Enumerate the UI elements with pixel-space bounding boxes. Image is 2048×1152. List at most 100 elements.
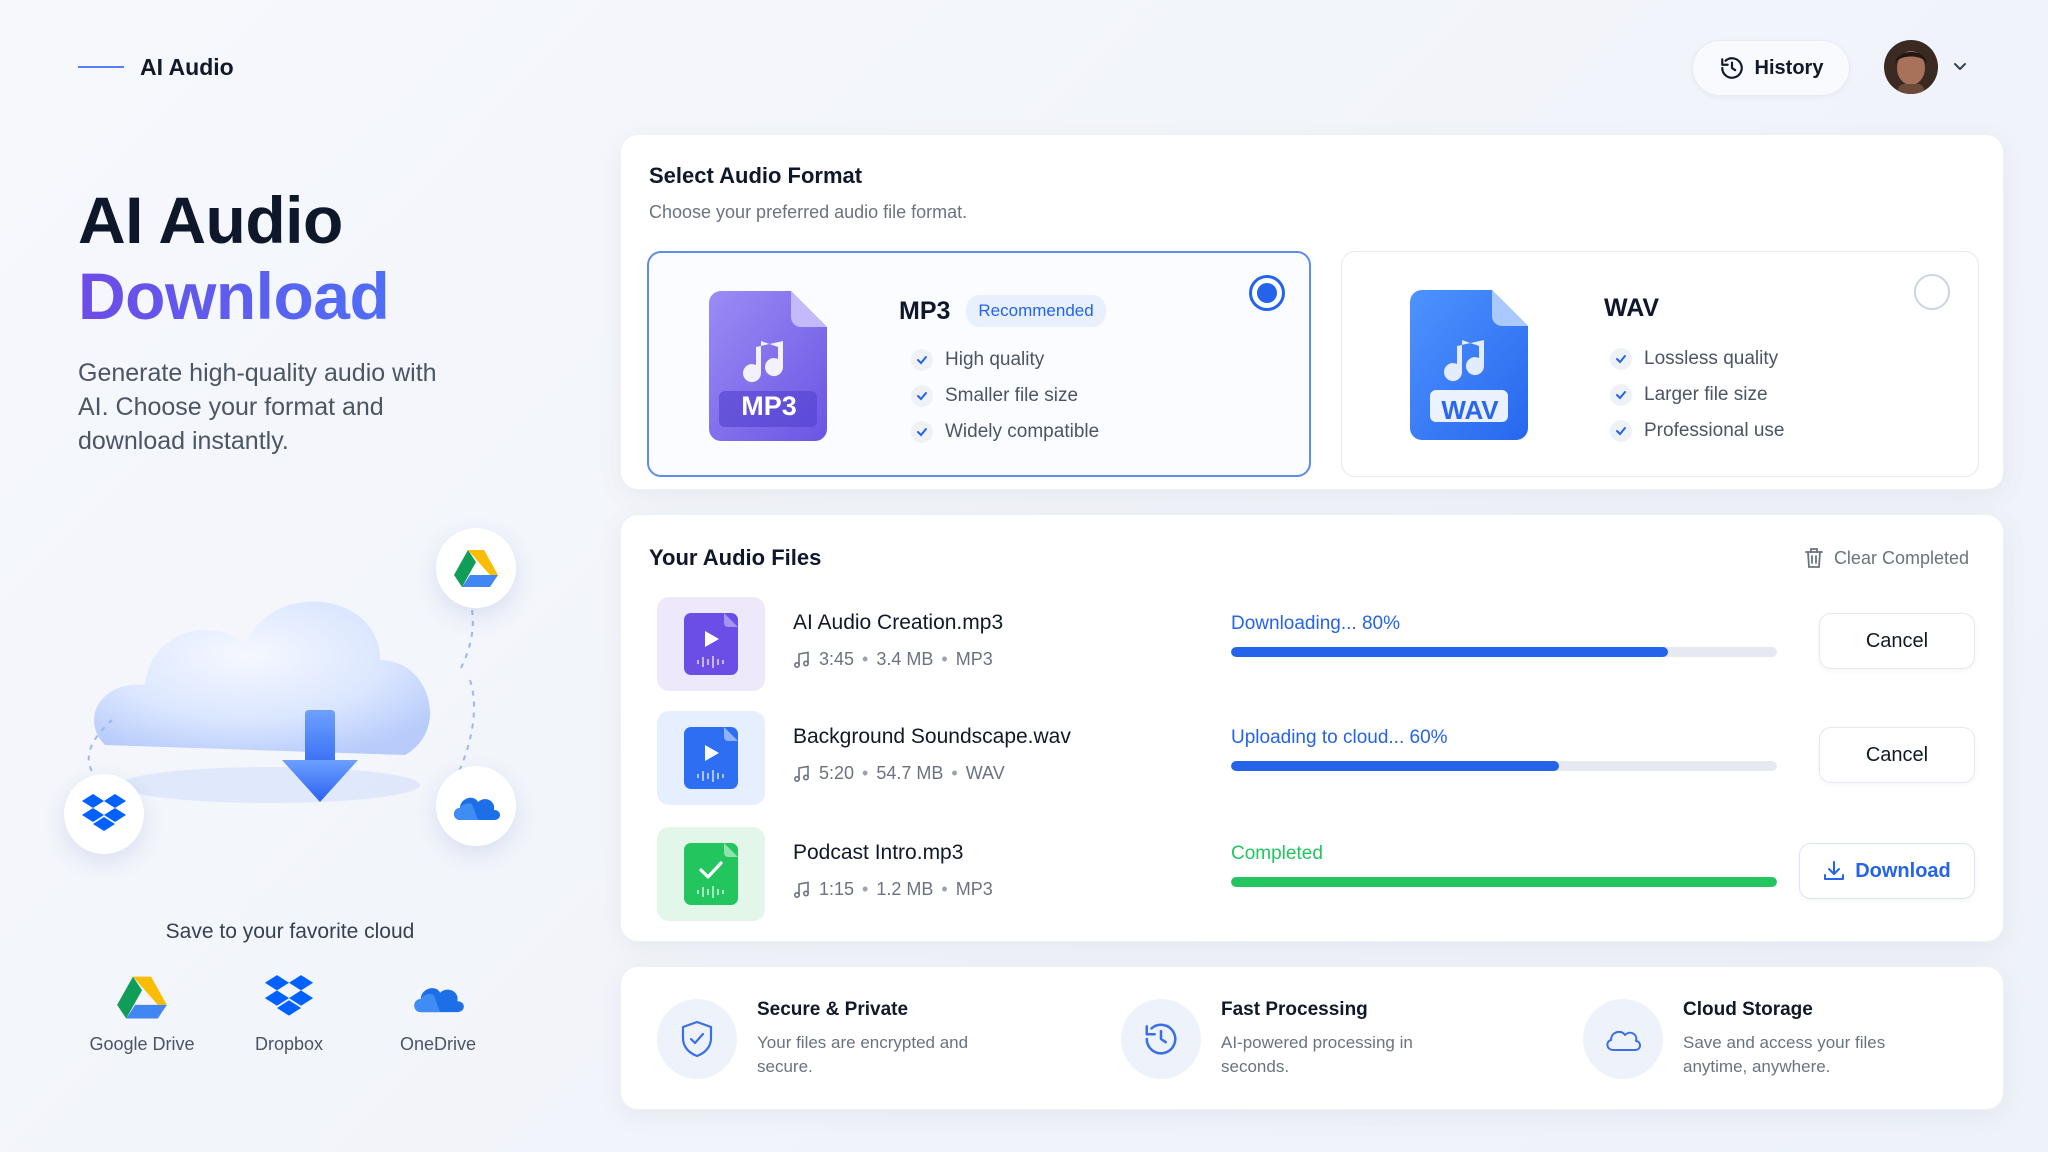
progress-fill <box>1231 761 1559 771</box>
format-option-mp3[interactable]: MP3 MP3 Recommended High quality Smaller… <box>647 251 1311 477</box>
file-meta: 3:45 • 3.4 MB • MP3 <box>793 649 993 670</box>
format-name: WAV <box>1604 294 1660 322</box>
cloud-option-label: Google Drive <box>89 1034 195 1054</box>
feature-desc: Your files are encrypted and secure. <box>757 1033 969 1076</box>
onedrive-badge[interactable] <box>436 766 516 846</box>
hero-title-line2: Download <box>78 259 390 333</box>
avatar-image <box>1884 40 1938 94</box>
feature-icon-bg <box>657 999 737 1079</box>
play-file-icon <box>684 727 738 789</box>
music-note-icon <box>793 765 810 782</box>
file-meta: 5:20 • 54.7 MB • WAV <box>793 763 1005 784</box>
shield-check-icon <box>681 1020 713 1058</box>
google-drive-badge[interactable] <box>436 528 516 608</box>
cloud-option-label: OneDrive <box>399 1034 477 1054</box>
app-name: AI Audio <box>140 53 234 80</box>
user-avatar[interactable] <box>1884 40 1938 94</box>
check-icon <box>1610 348 1632 370</box>
format-panel-title: Select Audio Format <box>649 163 863 188</box>
history-label: History <box>1754 56 1824 79</box>
google-drive-icon <box>117 976 167 1019</box>
audio-file-thumb <box>657 597 765 691</box>
files-panel-title: Your Audio Files <box>649 545 822 570</box>
check-file-icon <box>684 843 738 905</box>
recommended-badge: Recommended <box>966 295 1106 327</box>
progress-bar <box>1231 877 1777 887</box>
cloud-option-label: Dropbox <box>254 1034 324 1054</box>
feature-title: Fast Processing <box>1221 999 1368 1020</box>
app-logo[interactable]: AI Audio <box>78 44 234 90</box>
format-feature: Lossless quality <box>1610 348 1784 370</box>
feature-title: Cloud Storage <box>1683 999 1813 1020</box>
file-name: AI Audio Creation.mp3 <box>793 611 1004 634</box>
feature-icon-bg <box>1121 999 1201 1079</box>
status-text: Completed <box>1231 843 1323 864</box>
mp3-radio[interactable] <box>1249 275 1285 311</box>
table-row: AI Audio Creation.mp3 3:45 • 3.4 MB • MP3 … <box>657 597 1977 693</box>
format-feature: Professional use <box>1610 420 1784 442</box>
file-name: Background Soundscape.wav <box>793 725 1071 748</box>
format-feature: Widely compatible <box>911 421 1099 443</box>
table-row: Background Soundscape.wav 5:20 • 54.7 MB •… <box>657 711 1977 807</box>
music-note-icon <box>793 881 810 898</box>
mp3-file-label: MP3 <box>741 391 797 421</box>
dropbox-icon <box>82 794 126 831</box>
clear-completed-button[interactable]: Clear Completed <box>1804 547 1969 569</box>
progress-fill <box>1231 647 1668 657</box>
progress-bar <box>1231 761 1777 771</box>
onedrive-icon <box>414 988 464 1013</box>
download-icon <box>1824 861 1845 880</box>
wav-file-label: WAV <box>1441 395 1499 425</box>
cloud-icon <box>1606 1030 1641 1051</box>
trash-icon <box>1805 548 1823 568</box>
progress-fill <box>1231 877 1777 887</box>
cancel-button[interactable]: Cancel <box>1819 613 1975 669</box>
cloud-option-dropbox[interactable]: Dropbox <box>214 974 364 1055</box>
feature-desc: Save and access your files anytime, anyw… <box>1683 1033 1886 1076</box>
hero-subtitle: Generate high-quality audio with AI. Cho… <box>78 359 437 455</box>
format-option-wav[interactable]: WAV WAV Lossless quality Larger file siz… <box>1341 251 1979 477</box>
wav-radio[interactable] <box>1914 274 1950 310</box>
format-panel-subtitle: Choose your preferred audio file format. <box>649 202 968 222</box>
format-name: MP3 <box>899 296 951 325</box>
cloud-option-onedrive[interactable]: OneDrive <box>363 974 513 1055</box>
check-icon <box>911 421 933 443</box>
history-button[interactable]: History <box>1692 40 1850 96</box>
cloud-option-google-drive[interactable]: Google Drive <box>67 974 217 1055</box>
format-panel: Select Audio Format Choose your preferre… <box>620 134 2004 490</box>
file-name: Podcast Intro.mp3 <box>793 841 964 864</box>
download-button[interactable]: Download <box>1799 843 1975 899</box>
download-label: Download <box>1855 859 1951 882</box>
chevron-down-icon[interactable] <box>1950 56 1970 76</box>
soundwave-logo-icon <box>78 45 124 89</box>
history-icon <box>1720 57 1743 79</box>
music-note-icon <box>793 651 810 668</box>
dropbox-badge[interactable] <box>64 774 144 854</box>
dropbox-icon <box>264 975 314 1016</box>
clock-icon <box>1145 1023 1177 1055</box>
google-drive-icon <box>454 550 498 587</box>
cloud-section-title: Save to your favorite cloud <box>165 920 415 943</box>
cancel-button[interactable]: Cancel <box>1819 727 1975 783</box>
format-feature: Larger file size <box>1610 384 1784 406</box>
format-feature: Smaller file size <box>911 385 1099 407</box>
audio-files-panel: Your Audio Files Clear Completed AI Audi… <box>620 514 2004 942</box>
onedrive-icon <box>454 797 500 820</box>
audio-file-thumb <box>657 711 765 805</box>
status-text: Uploading to cloud... 60% <box>1231 727 1448 748</box>
hero-title-line1: AI Audio <box>78 183 343 257</box>
format-feature: High quality <box>911 349 1099 371</box>
check-icon <box>1610 420 1632 442</box>
progress-bar <box>1231 647 1777 657</box>
table-row: Podcast Intro.mp3 1:15 • 1.2 MB • MP3 Comp… <box>657 827 1977 923</box>
file-meta: 1:15 • 1.2 MB • MP3 <box>793 879 993 900</box>
feature-icon-bg <box>1583 999 1663 1079</box>
feature-title: Secure & Private <box>757 999 909 1020</box>
check-icon <box>911 385 933 407</box>
features-panel: Secure & Private Your files are encrypte… <box>620 966 2004 1110</box>
feature-desc: AI-powered processing in seconds. <box>1221 1033 1413 1076</box>
play-file-icon <box>684 613 738 675</box>
clear-completed-label: Clear Completed <box>1833 547 1969 568</box>
check-icon <box>911 349 933 371</box>
hero-title: AI Audio Download <box>78 182 390 334</box>
